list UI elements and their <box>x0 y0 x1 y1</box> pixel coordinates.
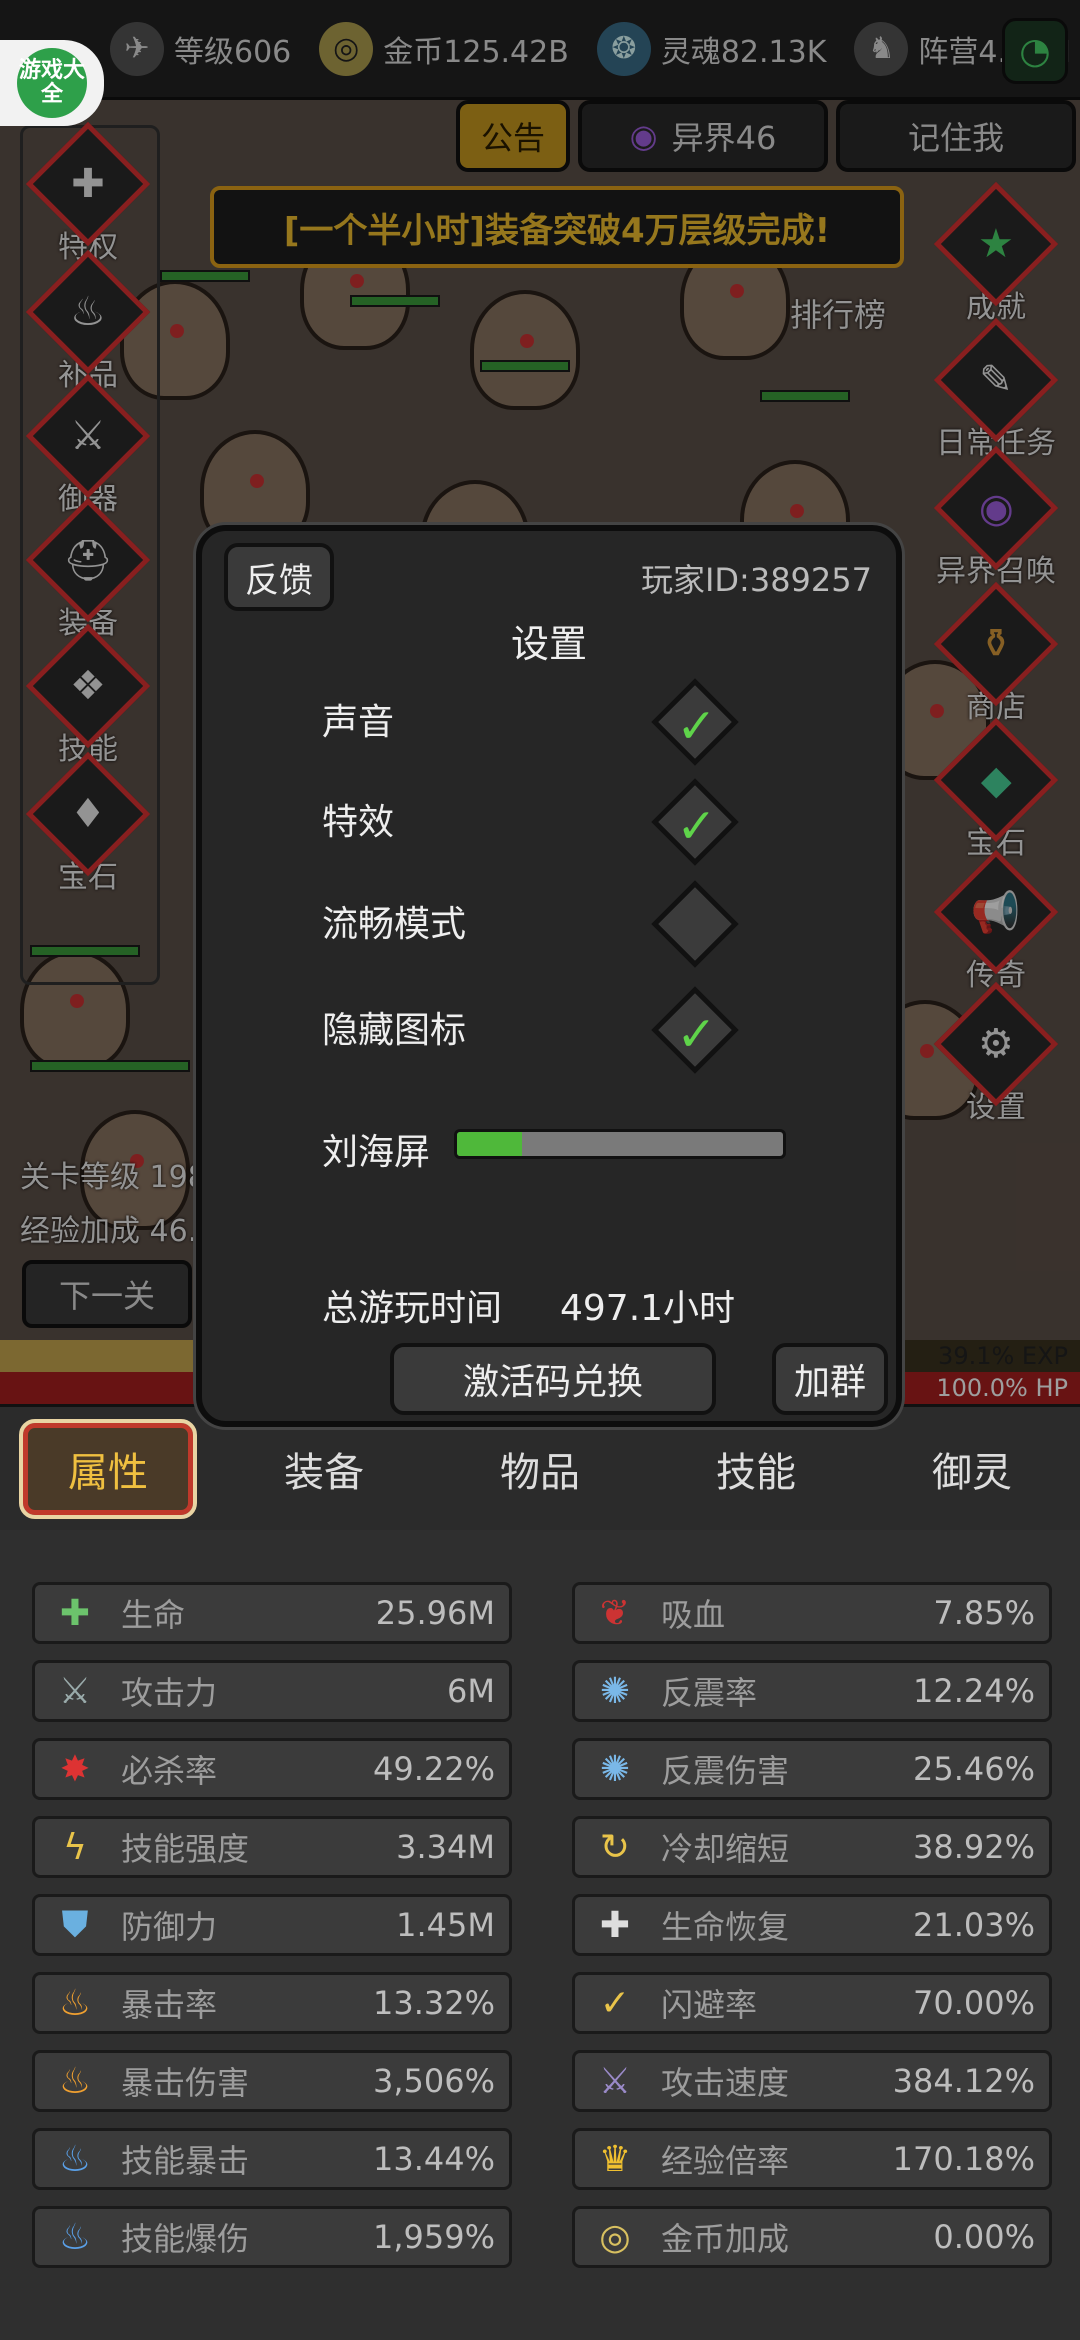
cooldown-icon: ↻ <box>599 1826 631 1868</box>
stat-row: ♛ 经验倍率 170.18% <box>572 2128 1052 2190</box>
checkmark-icon: ✓ <box>676 698 717 755</box>
playtime-label: 总游玩时间 <box>322 1288 503 1329</box>
sound-label: 声音 <box>322 702 395 743</box>
tab-equipment[interactable]: 装备 <box>239 1423 409 1515</box>
effects-label: 特效 <box>322 802 395 843</box>
spark-icon: ✺ <box>599 1748 631 1790</box>
lightning-icon: ϟ <box>63 1826 87 1868</box>
shield-icon: ⛊ <box>61 1904 89 1945</box>
smooth-mode-label: 流畅模式 <box>322 904 467 945</box>
flame-icon: ♨ <box>58 1982 92 2024</box>
bat-icon: ❦ <box>599 1592 631 1634</box>
tab-skills[interactable]: 技能 <box>671 1423 841 1515</box>
stat-row: ✸ 必杀率 49.22% <box>32 1738 512 1800</box>
checkmark-icon: ✓ <box>676 1006 717 1063</box>
stats-panel: ✚ 生命 25.96M ⚔ 攻击力 6M ✸ 必杀率 49.22% ϟ 技能强度… <box>0 1530 1080 2340</box>
stat-row: ◎ 金币加成 0.00% <box>572 2206 1052 2268</box>
effects-checkbox[interactable]: ✓ <box>651 778 739 866</box>
notch-slider[interactable] <box>454 1129 786 1159</box>
stat-row: ♨ 技能爆伤 1,959% <box>32 2206 512 2268</box>
checkmark-icon: ✓ <box>676 798 717 855</box>
stat-row: ϟ 技能强度 3.34M <box>32 1816 512 1878</box>
blue-flame-icon: ♨ <box>58 2138 92 2180</box>
stat-row: ✚ 生命 25.96M <box>32 1582 512 1644</box>
tab-items[interactable]: 物品 <box>455 1423 625 1515</box>
stat-row: ✺ 反震率 12.24% <box>572 1660 1052 1722</box>
flame-icon: ♨ <box>58 2060 92 2102</box>
settings-dialog: 反馈 玩家ID:389257 设置 声音 ✓ 特效 ✓ 流畅模式 ✓ 隐藏图标 … <box>196 525 902 1427</box>
heal-icon: ✚ <box>599 1904 631 1946</box>
stat-row: ⚔ 攻击速度 384.12% <box>572 2050 1052 2112</box>
app-logo[interactable]: 游戏大全 <box>0 40 104 126</box>
sword-speed-icon: ⚔ <box>598 2060 632 2102</box>
stat-row: ⚔ 攻击力 6M <box>32 1660 512 1722</box>
spark-icon: ✺ <box>599 1670 631 1712</box>
stat-row: ⛊ 防御力 1.45M <box>32 1894 512 1956</box>
dialog-title: 设置 <box>510 622 587 666</box>
feedback-button[interactable]: 反馈 <box>224 543 334 611</box>
crown-icon: ♛ <box>598 2138 632 2180</box>
hide-icons-label: 隐藏图标 <box>322 1010 467 1051</box>
hide-icons-checkbox[interactable]: ✓ <box>651 986 739 1074</box>
stat-row: ♨ 暴击率 13.32% <box>32 1972 512 2034</box>
stat-row: ♨ 暴击伤害 3,506% <box>32 2050 512 2112</box>
crit-icon: ✸ <box>59 1748 91 1790</box>
stat-row: ↻ 冷却缩短 38.92% <box>572 1816 1052 1878</box>
player-id: 玩家ID:389257 <box>640 561 872 599</box>
stat-row: ✓ 闪避率 70.00% <box>572 1972 1052 2034</box>
notch-label: 刘海屏 <box>322 1132 431 1173</box>
tab-spirits[interactable]: 御灵 <box>887 1423 1057 1515</box>
stat-row: ✚ 生命恢复 21.03% <box>572 1894 1052 1956</box>
stat-row: ❦ 吸血 7.85% <box>572 1582 1052 1644</box>
redeem-code-button[interactable]: 激活码兑换 <box>390 1343 716 1415</box>
coin-icon: ◎ <box>599 2216 631 2258</box>
join-group-button[interactable]: 加群 <box>772 1343 888 1415</box>
boot-icon: ✓ <box>599 1982 631 2024</box>
sound-checkbox[interactable]: ✓ <box>651 678 739 766</box>
sword-icon: ⚔ <box>58 1670 92 1712</box>
smooth-mode-checkbox[interactable]: ✓ <box>651 880 739 968</box>
playtime-value: 497.1小时 <box>560 1288 736 1329</box>
tab-attributes[interactable]: 属性 <box>19 1418 197 1519</box>
stat-row: ✺ 反震伤害 25.46% <box>572 1738 1052 1800</box>
game-screen: ✈ 等级606 ◎ 金币125.42B ❂ 灵魂82.13K ♞ 阵营4.04M… <box>0 0 1080 2340</box>
plus-icon: ✚ <box>59 1592 91 1634</box>
blue-flame-icon: ♨ <box>58 2216 92 2258</box>
stat-row: ♨ 技能暴击 13.44% <box>32 2128 512 2190</box>
